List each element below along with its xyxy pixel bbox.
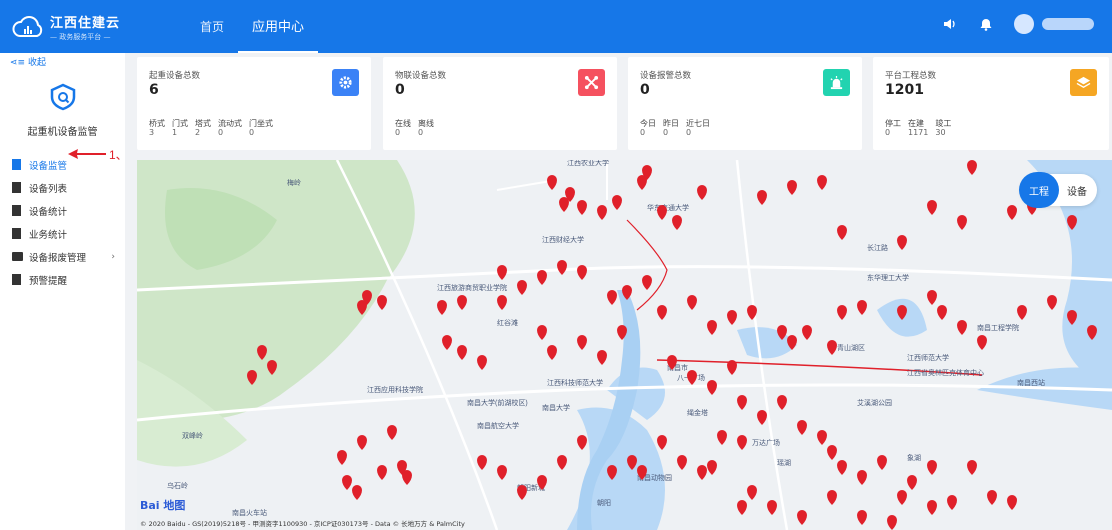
baidu-map-logo: Bai 地图	[140, 499, 186, 512]
collapse-icon: ⋖≡	[10, 58, 28, 68]
card-label: 平台工程总数	[885, 71, 937, 81]
document-icon	[12, 205, 21, 216]
card-value: 6	[149, 82, 159, 98]
nav-app-center[interactable]: 应用中心	[238, 0, 319, 53]
map-place-label: 华东交通大学	[647, 203, 689, 212]
map-place-label: 南昌西站	[1017, 378, 1045, 387]
toggle-devices[interactable]: 设备	[1067, 183, 1087, 198]
username-redacted[interactable]	[1042, 18, 1094, 30]
map-place-label: 南昌航空大学	[477, 421, 519, 430]
annotation-arrow: 1、	[66, 146, 136, 170]
cloud-logo-icon	[12, 14, 44, 40]
sidebar-item-scrap-management[interactable]: 设备报废管理 ›	[0, 245, 125, 268]
map-place-label: 乌石岭	[167, 481, 188, 490]
card-label: 物联设备总数	[395, 71, 447, 81]
map-place-label: 红谷滩	[497, 318, 518, 327]
map-copyright: © 2020 Baidu - GS(2019)5218号 - 甲测资字11009…	[140, 520, 465, 528]
map-place-label: 南昌火车站	[232, 508, 267, 517]
document-icon	[12, 182, 21, 193]
sidebar-item-device-list[interactable]: 设备列表	[0, 176, 125, 199]
map-place-label: 瑶湖	[777, 458, 791, 467]
network-icon	[578, 69, 605, 96]
main-nav: 首页 应用中心	[186, 0, 319, 53]
collapse-sidebar-button[interactable]: ⋖≡ 收起	[10, 55, 46, 68]
folder-icon	[12, 252, 23, 261]
map-place-label: 艾溪湖公园	[857, 398, 892, 407]
card-value: 0	[640, 82, 650, 98]
map-place-label: 万达广场	[752, 438, 780, 447]
document-icon	[12, 228, 21, 239]
brand-subtitle: — 政务服务平台 —	[50, 32, 111, 41]
alarm-icon	[823, 69, 850, 96]
card-projects[interactable]: 平台工程总数 1201 停工 0 在建 1171 竣工 30	[873, 57, 1109, 150]
svg-text:1、: 1、	[109, 148, 128, 162]
card-device-alarms[interactable]: 设备报警总数 0 今日 0 昨日 0 近七日 0	[628, 57, 862, 150]
map-place-label: 江西科技师范大学	[547, 378, 603, 387]
map-place-label: 南昌大学	[542, 403, 570, 412]
gear-icon	[332, 69, 359, 96]
view-toggle[interactable]: 工程 设备	[1019, 172, 1097, 208]
map-place-label: 象湖	[907, 453, 921, 462]
top-navigation-bar: 江西住建云 — 政务服务平台 — 首页 应用中心	[0, 0, 1112, 53]
map-place-label: 江西农业大学	[567, 160, 609, 167]
card-iot-devices[interactable]: 物联设备总数 0 在线 0 离线 0	[383, 57, 617, 150]
module-title: 起重机设备监管	[27, 127, 98, 138]
map-place-label: 江西旅游商贸职业学院	[437, 283, 507, 292]
map-canvas[interactable]: 江西农业大学华东交通大学江西财经大学江西旅游商贸职业学院南昌大学 江西科技师范大学…	[137, 160, 1112, 530]
card-label: 设备报警总数	[640, 71, 692, 81]
chevron-right-icon: ›	[111, 251, 115, 262]
sidebar-item-warnings[interactable]: 预警提醒	[0, 268, 125, 291]
map-place-label: 南昌大学(前湖校区)	[467, 398, 528, 407]
map-place-label: 朝阳	[597, 498, 611, 507]
map-place-label: 梅岭	[287, 178, 301, 187]
map-place-label: 江西省奥林匹克体育中心	[907, 368, 984, 377]
document-icon	[12, 159, 21, 170]
card-label: 起重设备总数	[149, 71, 201, 81]
sidebar-item-device-stats[interactable]: 设备统计	[0, 199, 125, 222]
map-place-label: 江西师范大学	[907, 353, 949, 362]
map-place-label: 长江路	[867, 243, 888, 252]
map-place-label: 江西财经大学	[542, 235, 584, 244]
map-view[interactable]: 江西农业大学华东交通大学江西财经大学江西旅游商贸职业学院南昌大学 江西科技师范大学…	[137, 160, 1112, 530]
layers-icon	[1070, 69, 1097, 96]
brand-logo[interactable]: 江西住建云 — 政务服务平台 —	[12, 12, 152, 42]
user-avatar[interactable]	[1014, 14, 1034, 34]
toggle-projects[interactable]: 工程	[1019, 172, 1059, 208]
brand-title: 江西住建云	[50, 15, 121, 31]
speaker-icon[interactable]	[942, 16, 958, 32]
map-place-label: 江西应用科技学院	[367, 385, 423, 394]
sidebar: ⋖≡ 收起 起重机设备监管 设备监管 设备列表 设备统计 业务统计 设备报废管理…	[0, 53, 125, 530]
map-place-label: 东华理工大学	[867, 273, 909, 282]
document-icon	[12, 274, 21, 285]
card-value: 0	[395, 82, 405, 98]
module-shield-icon	[49, 83, 77, 111]
card-lifting-devices[interactable]: 起重设备总数 6 桥式 3 门式 1 塔式 2 流动式 0 门坐式 0	[137, 57, 371, 150]
map-place-label: 南昌工程学院	[977, 323, 1019, 332]
map-place-label: 绳金塔	[687, 408, 708, 417]
map-place-label: 青山湖区	[837, 343, 865, 352]
sidebar-menu: 设备监管 设备列表 设备统计 业务统计 设备报废管理 › 预警提醒	[0, 153, 125, 291]
bell-icon[interactable]	[978, 16, 994, 32]
map-place-label: 双峰岭	[182, 431, 203, 440]
card-value: 1201	[885, 82, 924, 98]
sidebar-item-business-stats[interactable]: 业务统计	[0, 222, 125, 245]
nav-home[interactable]: 首页	[186, 0, 238, 53]
